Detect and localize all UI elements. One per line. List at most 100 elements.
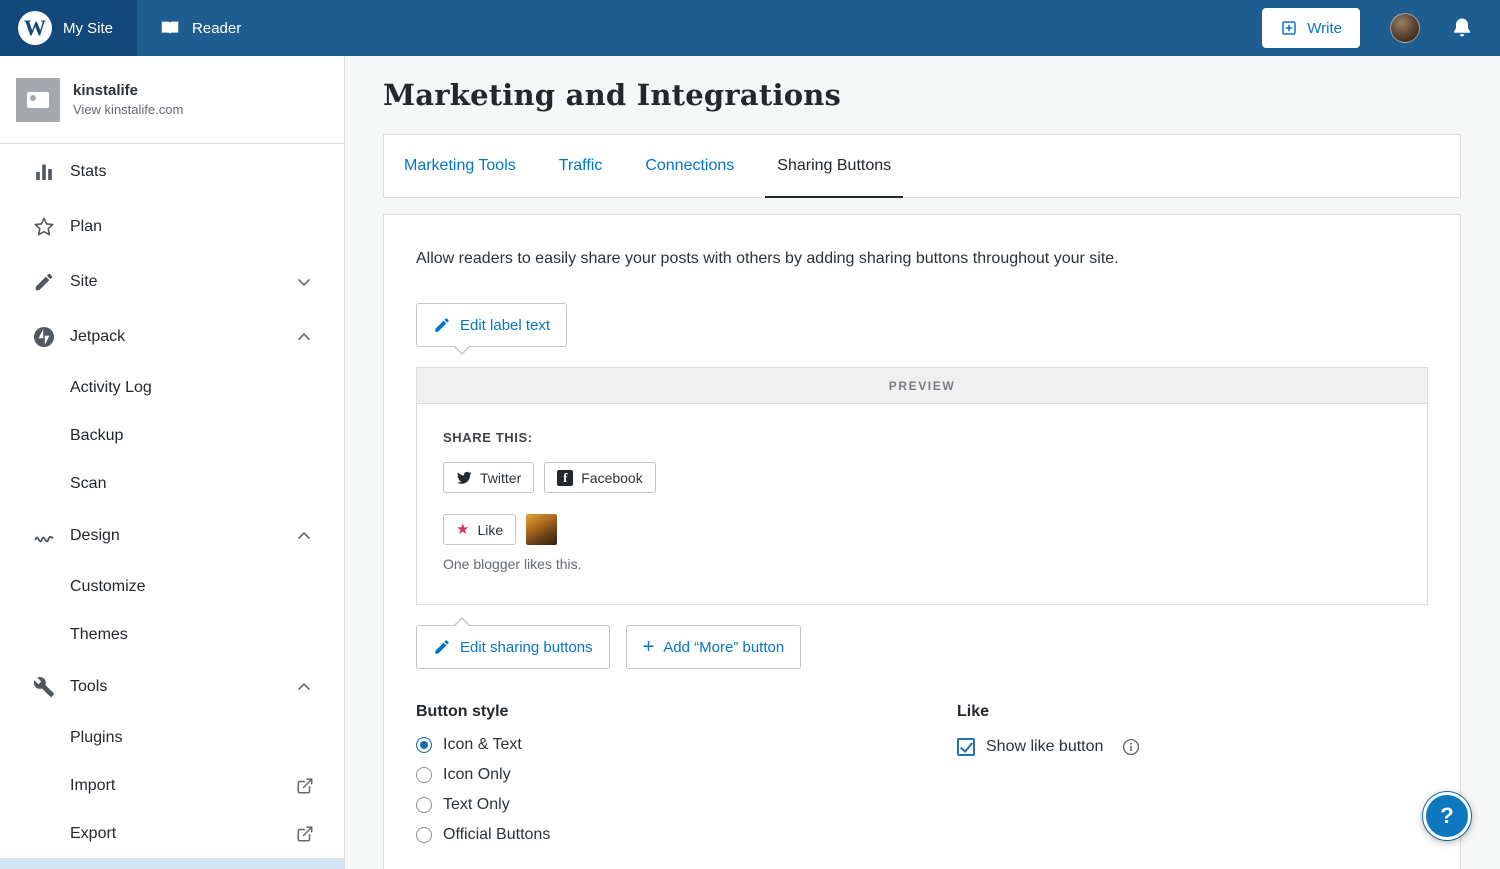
- wrench-icon: [32, 675, 56, 699]
- help-button[interactable]: ?: [1423, 792, 1471, 840]
- radio-label: Icon & Text: [443, 736, 522, 754]
- edit-sharing-buttons-label: Edit sharing buttons: [460, 639, 593, 656]
- view-site-link[interactable]: View kinstalife.com: [73, 102, 183, 117]
- checkbox-label: Show like button: [986, 738, 1103, 756]
- reader-button[interactable]: Reader: [137, 0, 263, 56]
- sidebar-item-label: Customize: [70, 578, 146, 596]
- my-site-label: My Site: [63, 20, 113, 37]
- sidebar-item-design[interactable]: Design: [0, 508, 344, 563]
- sidebar-item-customize[interactable]: Customize: [0, 563, 344, 611]
- create-post-icon: [1280, 19, 1298, 37]
- twitter-share-button[interactable]: Twitter: [443, 462, 534, 493]
- sidebar-item-plan[interactable]: Plan: [0, 199, 344, 254]
- add-more-button[interactable]: + Add “More” button: [626, 625, 802, 669]
- button-style-heading: Button style: [416, 703, 957, 721]
- like-button[interactable]: ★ Like: [443, 514, 516, 545]
- chevron-up-icon: [294, 327, 314, 347]
- user-avatar[interactable]: [1390, 13, 1420, 43]
- star-icon: [32, 215, 56, 239]
- sidebar-item-jetpack[interactable]: Jetpack: [0, 309, 344, 364]
- sidebar-item-label: Tools: [70, 678, 107, 696]
- sidebar-item-label: Scan: [70, 475, 106, 493]
- tab-traffic[interactable]: Traffic: [557, 135, 605, 197]
- radio-button[interactable]: [416, 797, 432, 813]
- plus-icon: +: [643, 637, 655, 657]
- chevron-up-icon: [294, 677, 314, 697]
- sidebar-item-selected-partial[interactable]: [0, 858, 344, 869]
- preview-panel: PREVIEW SHARE THIS: Twitter f Facebook: [416, 367, 1428, 605]
- page-title: Marketing and Integrations: [383, 78, 1461, 112]
- wordpress-logo-icon: W: [18, 11, 52, 45]
- sidebar-item-label: Activity Log: [70, 379, 152, 397]
- twitter-bird-icon: [456, 470, 472, 486]
- tab-label: Sharing Buttons: [777, 157, 891, 175]
- site-card[interactable]: kinstalife View kinstalife.com: [0, 56, 344, 144]
- info-icon[interactable]: [1122, 738, 1140, 756]
- sidebar: kinstalife View kinstalife.com Stats Pla…: [0, 56, 345, 869]
- facebook-share-button[interactable]: f Facebook: [544, 462, 655, 493]
- external-link-icon: [296, 777, 314, 795]
- share-this-label: SHARE THIS:: [443, 430, 1401, 445]
- pencil-icon: [32, 270, 56, 294]
- sidebar-item-label: Import: [70, 777, 115, 795]
- radio-button[interactable]: [416, 827, 432, 843]
- edit-label-text-label: Edit label text: [460, 317, 550, 334]
- tab-marketing-tools[interactable]: Marketing Tools: [402, 135, 518, 197]
- main-content: Marketing and Integrations Marketing Too…: [345, 56, 1500, 869]
- sidebar-item-backup[interactable]: Backup: [0, 412, 344, 460]
- sidebar-item-tools[interactable]: Tools: [0, 659, 344, 714]
- sidebar-item-themes[interactable]: Themes: [0, 611, 344, 659]
- sidebar-item-site[interactable]: Site: [0, 254, 344, 309]
- radio-button[interactable]: [416, 767, 432, 783]
- chevron-up-icon: [294, 526, 314, 546]
- sidebar-item-scan[interactable]: Scan: [0, 460, 344, 508]
- radio-icon-and-text[interactable]: Icon & Text: [416, 730, 957, 760]
- radio-label: Official Buttons: [443, 826, 550, 844]
- radio-official-buttons[interactable]: Official Buttons: [416, 820, 957, 850]
- radio-text-only[interactable]: Text Only: [416, 790, 957, 820]
- like-star-icon: ★: [456, 522, 469, 537]
- sidebar-item-stats[interactable]: Stats: [0, 144, 344, 199]
- tab-label: Traffic: [559, 157, 603, 175]
- radio-label: Icon Only: [443, 766, 511, 784]
- edit-sharing-buttons-button[interactable]: Edit sharing buttons: [416, 625, 610, 669]
- site-thumbnail-icon: [16, 78, 60, 122]
- radio-icon-only[interactable]: Icon Only: [416, 760, 957, 790]
- likes-count-text: One blogger likes this.: [443, 556, 1401, 572]
- like-heading: Like: [957, 703, 1140, 721]
- sidebar-item-label: Design: [70, 527, 120, 545]
- sidebar-item-label: Backup: [70, 427, 123, 445]
- sidebar-item-label: Plan: [70, 218, 102, 236]
- jetpack-icon: [32, 325, 56, 349]
- pencil-icon: [433, 316, 451, 334]
- twitter-label: Twitter: [480, 470, 521, 486]
- edit-label-text-button[interactable]: Edit label text: [416, 303, 567, 347]
- tab-label: Marketing Tools: [404, 157, 516, 175]
- my-site-button[interactable]: W My Site: [0, 0, 137, 56]
- sidebar-item-label: Themes: [70, 626, 128, 644]
- sharing-buttons-panel: Allow readers to easily share your posts…: [383, 214, 1461, 869]
- tab-sharing-buttons[interactable]: Sharing Buttons: [775, 135, 893, 197]
- liker-avatar[interactable]: [526, 514, 557, 545]
- reader-label: Reader: [192, 20, 241, 37]
- sidebar-item-import[interactable]: Import: [0, 762, 344, 810]
- external-link-icon: [296, 825, 314, 843]
- sidebar-item-label: Export: [70, 825, 116, 843]
- sidebar-item-label: Plugins: [70, 729, 122, 747]
- tab-connections[interactable]: Connections: [643, 135, 736, 197]
- sidebar-item-activity-log[interactable]: Activity Log: [0, 364, 344, 412]
- like-label: Like: [477, 522, 503, 538]
- show-like-button-row[interactable]: Show like button: [957, 732, 1140, 762]
- write-label: Write: [1307, 20, 1342, 37]
- sidebar-item-label: Jetpack: [70, 328, 125, 346]
- sidebar-item-label: Stats: [70, 163, 106, 181]
- tab-label: Connections: [645, 157, 734, 175]
- notifications-bell-icon[interactable]: [1450, 16, 1474, 40]
- reader-icon: [159, 17, 181, 39]
- sidebar-item-export[interactable]: Export: [0, 810, 344, 858]
- sidebar-item-plugins[interactable]: Plugins: [0, 714, 344, 762]
- write-button[interactable]: Write: [1262, 8, 1360, 48]
- pencil-icon: [433, 638, 451, 656]
- show-like-button-checkbox[interactable]: [957, 738, 975, 756]
- radio-button-selected[interactable]: [416, 737, 432, 753]
